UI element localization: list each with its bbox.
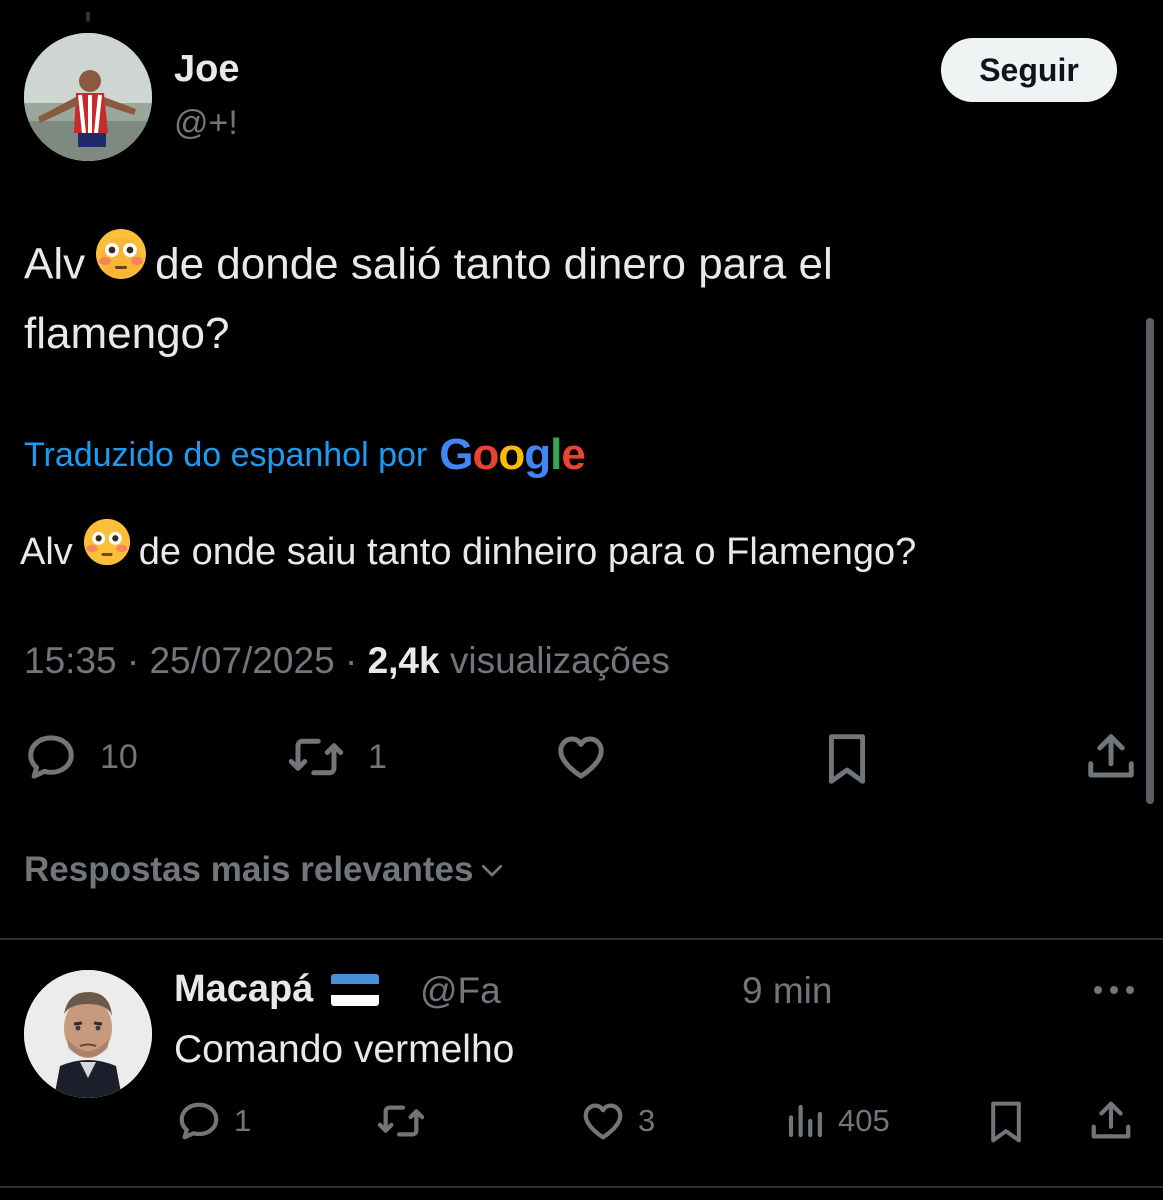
views-icon <box>788 1104 822 1138</box>
author-name[interactable]: Joe <box>174 48 239 91</box>
reply-retweet-button[interactable] <box>376 1098 426 1144</box>
retweet-count: 1 <box>368 737 387 776</box>
tweet-meta: 15:35 · 25/07/2025 · 2,4k visualizações <box>24 640 670 682</box>
replies-sort-label: Respostas mais relevantes <box>24 850 474 889</box>
author-handle-text: @+! <box>174 104 238 142</box>
divider <box>0 938 1163 940</box>
tweet-text: Alv de donde salió tanto dinero para el … <box>24 229 1024 366</box>
retweet-icon <box>288 738 344 776</box>
tweet-time[interactable]: 15:35 <box>24 640 117 681</box>
translation-attribution[interactable]: Traduzido do espanhol por Google <box>24 430 586 480</box>
tweet-action-bar: 10 1 <box>0 728 1163 792</box>
like-icon <box>583 1103 623 1140</box>
views-count: 2,4k <box>367 640 440 681</box>
translation-label: Traduzido do espanhol por <box>24 435 428 474</box>
reply-author-name[interactable]: Macapá <box>174 968 380 1011</box>
reply-views-button[interactable]: 405 <box>784 1098 890 1144</box>
translated-text: Alv de onde saiu tanto dinheiro para o F… <box>20 518 1120 586</box>
flushed-face-emoji <box>83 518 131 582</box>
more-icon[interactable] <box>1094 980 1134 1000</box>
like-button[interactable] <box>554 730 608 784</box>
share-icon <box>1091 1101 1131 1139</box>
reply-bookmark-button[interactable] <box>984 1098 1028 1146</box>
handle-redaction <box>500 978 691 1009</box>
reply-author-name-text: Macapá <box>174 968 314 1010</box>
share-icon <box>1088 734 1134 778</box>
author-avatar[interactable] <box>24 33 152 161</box>
reply-share-button[interactable] <box>1088 1098 1134 1144</box>
reply-icon <box>179 1102 219 1140</box>
reply-like-count: 3 <box>638 1103 656 1138</box>
reply-reply-count: 1 <box>234 1103 252 1138</box>
scrollbar[interactable] <box>1146 318 1154 804</box>
author-handle[interactable]: @+! <box>174 104 498 143</box>
reply-author-avatar[interactable] <box>24 970 152 1098</box>
meta-separator: · <box>126 640 140 681</box>
reply-button[interactable]: 10 <box>24 730 138 784</box>
retweet-icon <box>377 1105 425 1137</box>
tweet-text-start: Alv <box>24 239 86 289</box>
replies-sort-selector[interactable]: Respostas mais relevantes <box>24 850 507 890</box>
reply-like-button[interactable]: 3 <box>580 1098 655 1144</box>
follow-button[interactable]: Seguir <box>941 38 1117 102</box>
bookmark-button[interactable] <box>820 730 874 788</box>
reply-action-bar: 1 3 405 <box>0 1098 1163 1148</box>
retweet-button[interactable]: 1 <box>286 730 387 784</box>
handle-redaction <box>237 110 498 141</box>
chevron-down-icon <box>482 864 503 877</box>
reply-author-handle-text: @Fa <box>420 970 501 1011</box>
bookmark-icon <box>991 1101 1021 1143</box>
flushed-face-emoji <box>95 228 147 298</box>
reply-icon <box>28 735 74 779</box>
google-logo: Google <box>439 430 586 479</box>
meta-separator: · <box>344 640 358 681</box>
reply-views-count: 405 <box>838 1103 890 1138</box>
like-icon <box>558 736 604 779</box>
reply-author-handle[interactable]: @Fa <box>420 970 691 1012</box>
reply-text: Comando vermelho <box>174 1028 515 1071</box>
estonia-flag <box>331 973 380 1006</box>
reply-count: 10 <box>100 737 138 776</box>
views-label: visualizações <box>449 640 670 681</box>
reply-reply-button[interactable]: 1 <box>176 1098 251 1144</box>
tweet-date[interactable]: 25/07/2025 <box>149 640 334 681</box>
status-bar-notch <box>86 12 90 22</box>
translated-text-start: Alv <box>20 531 73 574</box>
divider <box>0 1186 1163 1188</box>
share-button[interactable] <box>1084 730 1138 784</box>
reply-time[interactable]: 9 min <box>742 970 832 1012</box>
bookmark-icon <box>828 734 866 784</box>
translated-text-end: de onde saiu tanto dinheiro para o Flame… <box>138 531 917 574</box>
